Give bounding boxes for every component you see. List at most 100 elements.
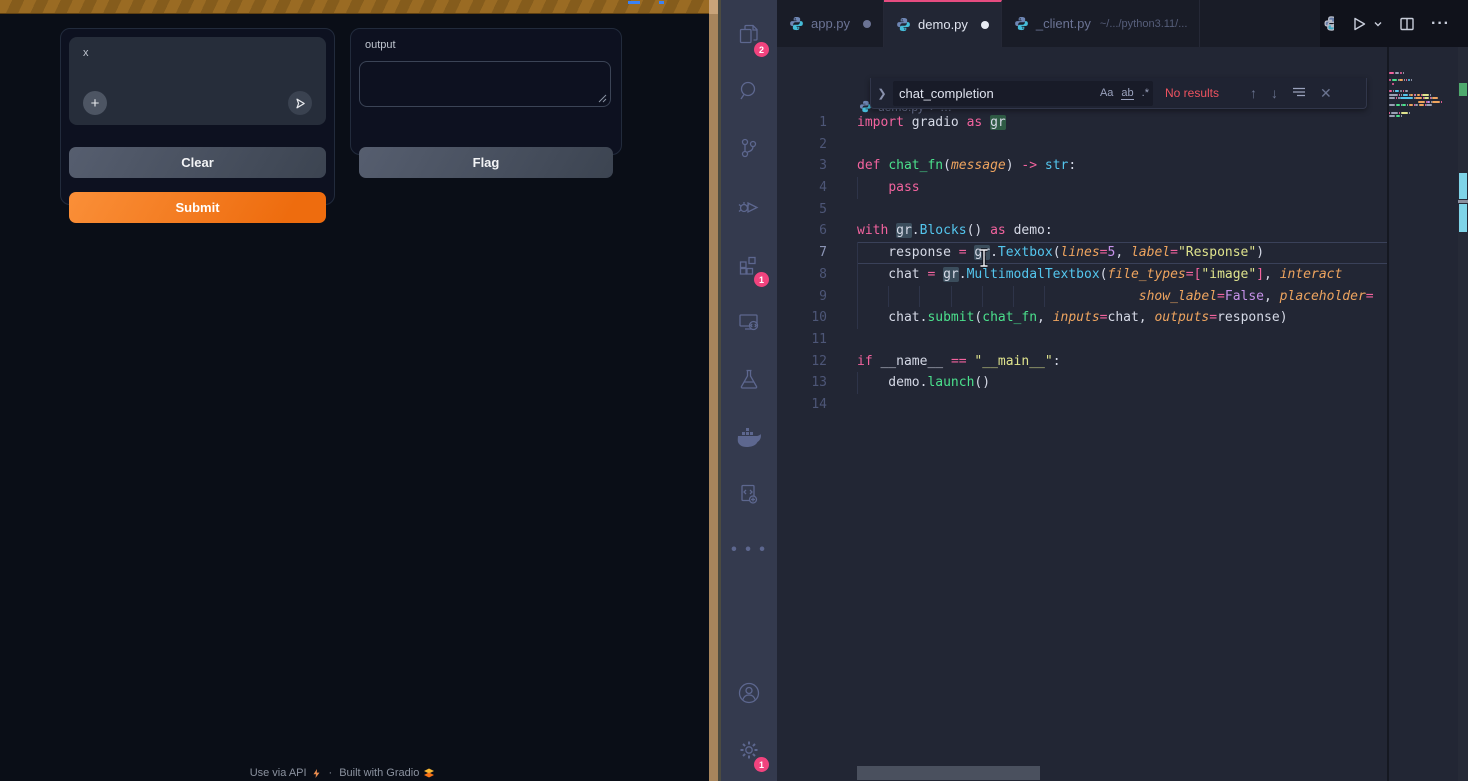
line-number: 11	[777, 329, 857, 351]
find-input-wrap: Aa ab .*	[893, 81, 1153, 106]
use-via-api-link[interactable]: Use via API	[250, 767, 322, 779]
code-text[interactable]: show_label=False, placeholder=	[857, 286, 1387, 308]
find-input[interactable]	[893, 86, 1096, 101]
code-text[interactable]: response = gr.Textbox(lines=5, label="Re…	[857, 242, 1387, 264]
code-line[interactable]: 1import gradio as gr	[777, 112, 1387, 134]
code-line[interactable]: 11	[777, 329, 1387, 351]
run-icon	[1350, 15, 1368, 33]
code-text[interactable]	[857, 199, 1387, 221]
send-button[interactable]	[288, 91, 312, 115]
code-line[interactable]: 13 demo.launch()	[777, 372, 1387, 394]
editor-pane: demo.py › … ❯ Aa ab .* No results ↑ ↓	[777, 47, 1468, 781]
indent-guide	[982, 286, 983, 308]
code-line[interactable]: 5	[777, 199, 1387, 221]
minimap-line	[1389, 119, 1458, 123]
overview-ruler[interactable]	[1458, 47, 1468, 781]
find-expand-chevron-icon[interactable]: ❯	[871, 87, 893, 100]
footer-separator: ·	[329, 767, 333, 779]
line-number: 5	[777, 199, 857, 221]
dirty-indicator[interactable]	[981, 21, 989, 29]
code-text[interactable]: pass	[857, 177, 1387, 199]
code-text[interactable]	[857, 329, 1387, 351]
code-line[interactable]: 4 pass	[777, 177, 1387, 199]
testing-flask-icon[interactable]	[721, 355, 777, 403]
tab-client-py[interactable]: _client.py ~/.../python3.11/...	[1002, 0, 1200, 47]
line-number: 10	[777, 307, 857, 329]
docker-icon[interactable]	[721, 413, 777, 461]
account-icon[interactable]	[721, 669, 777, 717]
run-python-file-button[interactable]	[1350, 15, 1383, 33]
indent-guide	[857, 307, 858, 329]
line-number: 1	[777, 112, 857, 134]
code-line[interactable]: 3def chat_fn(message) -> str:	[777, 155, 1387, 177]
plus-icon: +	[91, 96, 100, 111]
attach-file-button[interactable]: +	[83, 91, 107, 115]
whole-word-icon[interactable]: ab	[1121, 87, 1133, 100]
code-line[interactable]: 7 response = gr.Textbox(lines=5, label="…	[777, 242, 1387, 264]
more-actions-icon[interactable]: ···	[1431, 15, 1450, 33]
line-number: 8	[777, 264, 857, 286]
code-line[interactable]: 8 chat = gr.MultimodalTextbox(file_types…	[777, 264, 1387, 286]
tab-app-py[interactable]: app.py	[777, 0, 884, 47]
code-runner-icon[interactable]	[721, 470, 777, 518]
source-control-icon[interactable]	[721, 124, 777, 172]
indent-guide	[857, 286, 858, 308]
ruler-mark-cyan	[1459, 204, 1467, 232]
chevron-down-icon	[1373, 19, 1383, 29]
code-text[interactable]: chat.submit(chat_fn, inputs=chat, output…	[857, 307, 1387, 329]
code-line[interactable]: 2	[777, 134, 1387, 156]
minimap[interactable]	[1389, 72, 1458, 452]
dirty-indicator[interactable]	[863, 20, 871, 28]
line-number: 12	[777, 351, 857, 373]
code-text[interactable]: demo.launch()	[857, 372, 1387, 394]
built-with-gradio-link[interactable]: Built with Gradio	[339, 767, 435, 779]
code-text[interactable]	[857, 394, 1387, 416]
flag-button[interactable]: Flag	[359, 147, 613, 178]
submit-button[interactable]: Submit	[69, 192, 326, 223]
settings-gear-icon[interactable]: 1	[721, 726, 777, 774]
extensions-icon[interactable]: 1	[721, 241, 777, 289]
code-line[interactable]: 6with gr.Blocks() as demo:	[777, 220, 1387, 242]
find-previous-icon[interactable]: ↑	[1250, 85, 1257, 101]
code-text[interactable]: import gradio as gr	[857, 112, 1387, 134]
multimodal-textbox[interactable]: x +	[69, 37, 326, 125]
vscode-window: 2 1	[721, 0, 1468, 781]
code-line[interactable]: 10 chat.submit(chat_fn, inputs=chat, out…	[777, 307, 1387, 329]
find-in-selection-icon[interactable]	[1292, 85, 1306, 101]
code-text[interactable]: with gr.Blocks() as demo:	[857, 220, 1387, 242]
code-line[interactable]: 9 show_label=False, placeholder=	[777, 286, 1387, 308]
overflow-tab-python-icon[interactable]	[1324, 16, 1334, 32]
remote-explorer-icon[interactable]	[721, 298, 777, 346]
window-divider	[709, 0, 718, 781]
more-views-icon[interactable]: • • •	[721, 526, 777, 574]
split-editor-icon[interactable]	[1399, 16, 1415, 32]
code-text[interactable]: if __name__ == "__main__":	[857, 351, 1387, 373]
tab-demo-py[interactable]: demo.py	[884, 0, 1002, 47]
python-icon	[1014, 16, 1029, 31]
horizontal-scrollbar[interactable]	[857, 766, 1040, 780]
resize-grip-icon[interactable]	[597, 93, 607, 103]
code-line[interactable]: 12if __name__ == "__main__":	[777, 351, 1387, 373]
run-debug-icon[interactable]	[721, 182, 777, 230]
indent-guide	[1044, 286, 1045, 308]
ui-speck	[628, 1, 640, 4]
output-textarea[interactable]	[359, 61, 611, 107]
code-text[interactable]: chat = gr.MultimodalTextbox(file_types=[…	[857, 264, 1387, 286]
api-bolt-icon	[311, 768, 322, 779]
line-number: 4	[777, 177, 857, 199]
send-icon	[294, 97, 307, 110]
search-icon[interactable]	[721, 67, 777, 115]
code-line[interactable]: 14	[777, 394, 1387, 416]
indent-guide	[951, 286, 952, 308]
code-text[interactable]: def chat_fn(message) -> str:	[857, 155, 1387, 177]
match-case-icon[interactable]: Aa	[1100, 87, 1113, 99]
find-next-icon[interactable]: ↓	[1271, 85, 1278, 101]
python-icon	[789, 16, 804, 31]
clear-button[interactable]: Clear	[69, 147, 326, 178]
code-text[interactable]	[857, 134, 1387, 156]
regex-icon[interactable]: .*	[1142, 87, 1149, 99]
line-number: 14	[777, 394, 857, 416]
explorer-icon[interactable]: 2	[721, 11, 777, 59]
close-find-icon[interactable]: ✕	[1320, 85, 1332, 102]
line-number: 13	[777, 372, 857, 394]
